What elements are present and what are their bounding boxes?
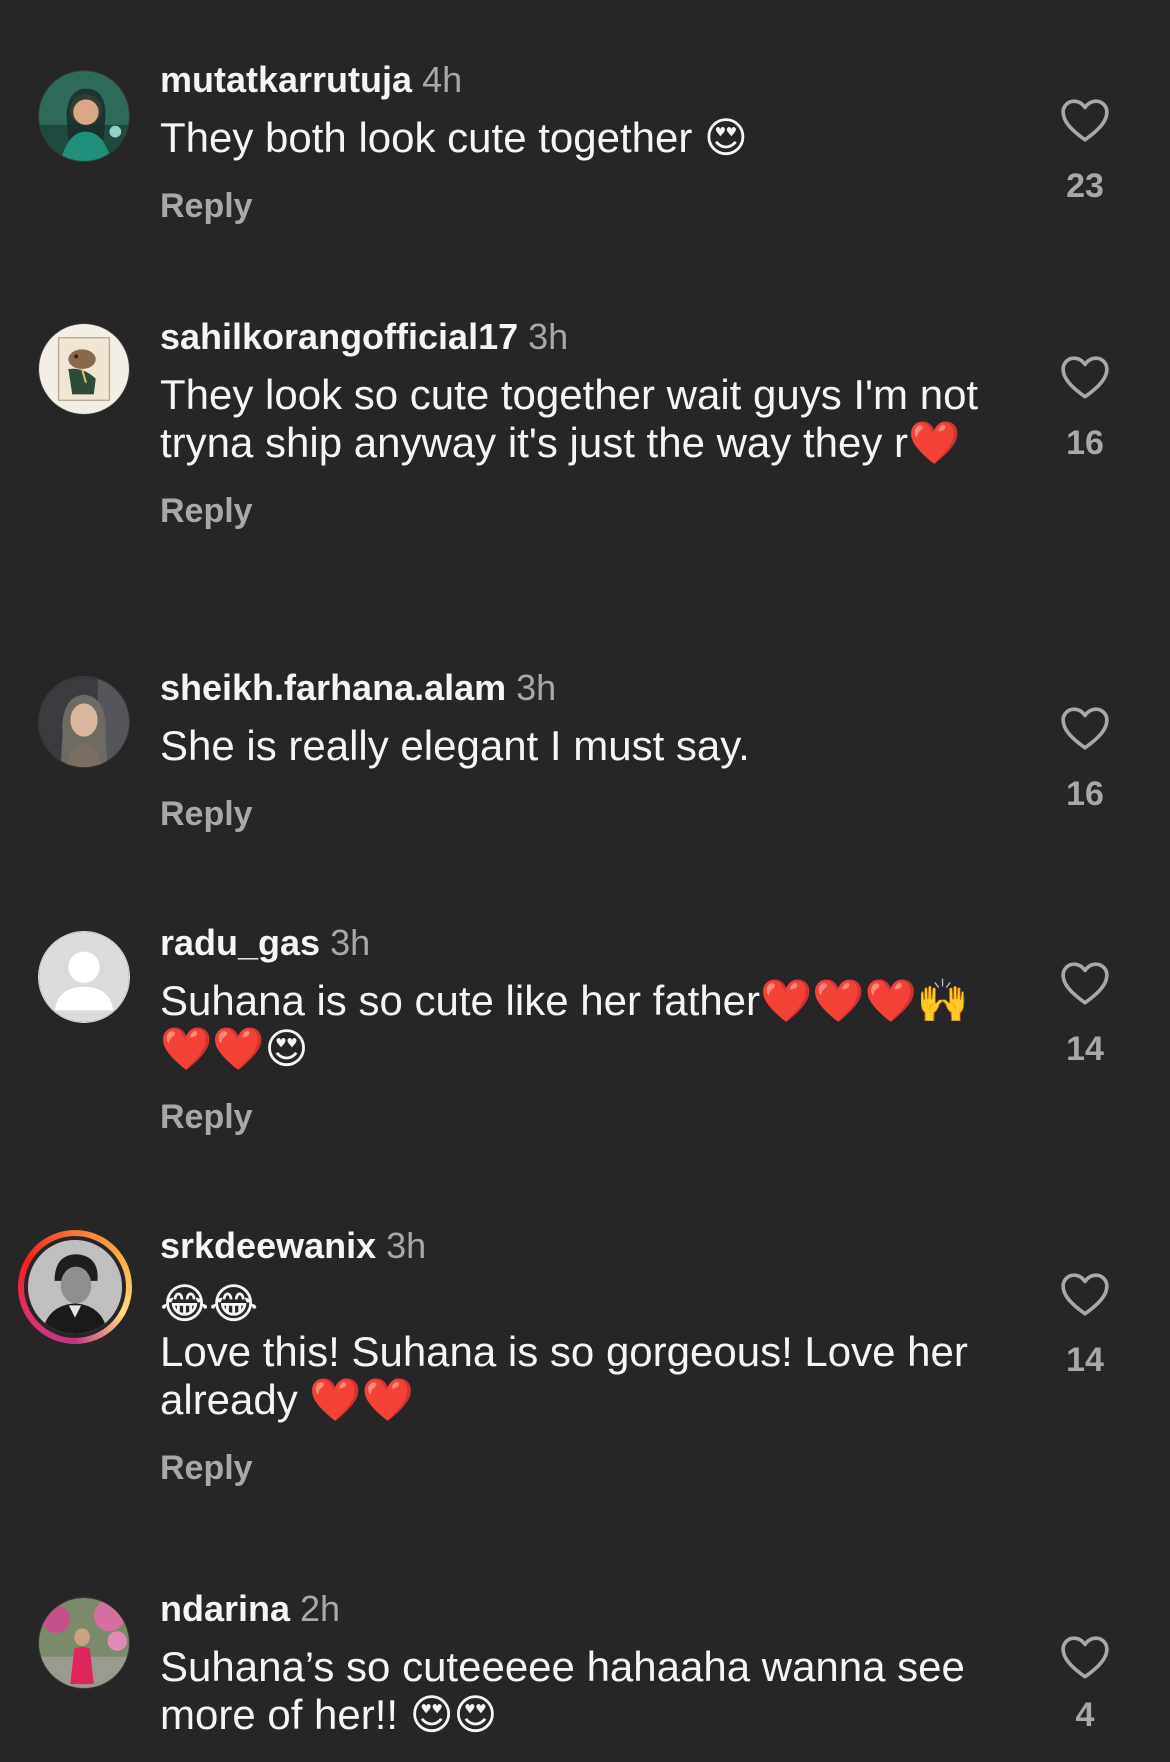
comment-text: They both look cute together 😍 [160, 114, 748, 161]
like-column: 16 [1040, 355, 1130, 463]
profile-photo-icon [39, 1598, 129, 1688]
timestamp: 2h [300, 1588, 341, 1629]
like-count: 14 [1066, 1341, 1104, 1379]
avatar-story-ring[interactable] [18, 1230, 132, 1344]
username-link[interactable]: radu_gas [160, 922, 320, 963]
reply-button[interactable]: Reply [160, 186, 1010, 226]
like-count: 16 [1066, 424, 1104, 462]
username-link[interactable]: srkdeewanix [160, 1225, 376, 1266]
avatar[interactable] [38, 931, 130, 1023]
comment-text: They look so cute together wait guys I'm… [160, 371, 990, 466]
username-link[interactable]: mutatkarrutuja [160, 59, 412, 100]
avatar[interactable] [38, 1597, 130, 1689]
like-column: 14 [1040, 1272, 1130, 1380]
comment-body: mutatkarrutuja 4h They both look cute tog… [160, 58, 1010, 226]
comments-list: mutatkarrutuja 4h They both look cute tog… [0, 0, 1170, 1762]
comment-body: sheikh.farhana.alam 3h She is really eleg… [160, 666, 1010, 834]
timestamp: 3h [330, 922, 371, 963]
comment-body: radu_gas 3h Suhana is so cute like her fa… [160, 921, 1010, 1137]
heart-icon[interactable] [1060, 1272, 1110, 1318]
comment-body: srkdeewanix 3h 😂😂 Love this! Suhana is so… [160, 1224, 1010, 1488]
heart-icon[interactable] [1060, 1635, 1110, 1681]
like-column: 4 [1040, 1635, 1130, 1735]
reply-button[interactable]: Reply [160, 491, 1010, 531]
avatar[interactable] [38, 70, 130, 162]
timestamp: 3h [516, 667, 557, 708]
comment-meta: srkdeewanix 3h [160, 1224, 1010, 1268]
reply-button[interactable]: Reply [160, 794, 1010, 834]
comment-meta: radu_gas 3h [160, 921, 1010, 965]
like-count: 4 [1075, 1696, 1095, 1734]
reply-button[interactable]: Reply [160, 1097, 1010, 1137]
comment-text: She is really elegant I must say. [160, 722, 750, 769]
comment-body: ndarina 2h Suhana’s so cuteeeee hahaaha w… [160, 1587, 1010, 1739]
like-count: 23 [1066, 167, 1104, 205]
capybara-illustration-icon [39, 324, 129, 414]
comment-text: 😂😂 Love this! Suhana is so gorgeous! Lov… [160, 1280, 968, 1423]
heart-icon[interactable] [1060, 961, 1110, 1007]
comment-text: Suhana’s so cuteeeee hahaaha wanna see m… [160, 1643, 977, 1738]
avatar[interactable] [38, 676, 130, 768]
comment-text: Suhana is so cute like her father❤️❤️❤️🙌… [160, 977, 970, 1072]
like-column: 14 [1040, 961, 1130, 1069]
timestamp: 3h [528, 316, 569, 357]
username-link[interactable]: ndarina [160, 1588, 290, 1629]
comment-meta: sheikh.farhana.alam 3h [160, 666, 1010, 710]
profile-photo-icon [39, 71, 129, 161]
comment-meta: sahilkorangofficial17 3h [160, 315, 1010, 359]
comment-body: sahilkorangofficial17 3h They look so cut… [160, 315, 1010, 531]
like-column: 23 [1040, 98, 1130, 206]
like-column: 16 [1040, 706, 1130, 814]
avatar[interactable] [38, 323, 130, 415]
username-link[interactable]: sahilkorangofficial17 [160, 316, 518, 357]
default-user-icon [39, 932, 129, 1022]
reply-button[interactable]: Reply [160, 1448, 1010, 1488]
comment-meta: ndarina 2h [160, 1587, 1010, 1631]
timestamp: 4h [422, 59, 463, 100]
comment-meta: mutatkarrutuja 4h [160, 58, 1010, 102]
heart-icon[interactable] [1060, 706, 1110, 752]
username-link[interactable]: sheikh.farhana.alam [160, 667, 506, 708]
profile-photo-icon [28, 1240, 122, 1334]
avatar [24, 1236, 126, 1338]
like-count: 16 [1066, 775, 1104, 813]
heart-icon[interactable] [1060, 355, 1110, 401]
timestamp: 3h [386, 1225, 427, 1266]
profile-photo-icon [39, 677, 129, 767]
like-count: 14 [1066, 1030, 1104, 1068]
heart-icon[interactable] [1060, 98, 1110, 144]
